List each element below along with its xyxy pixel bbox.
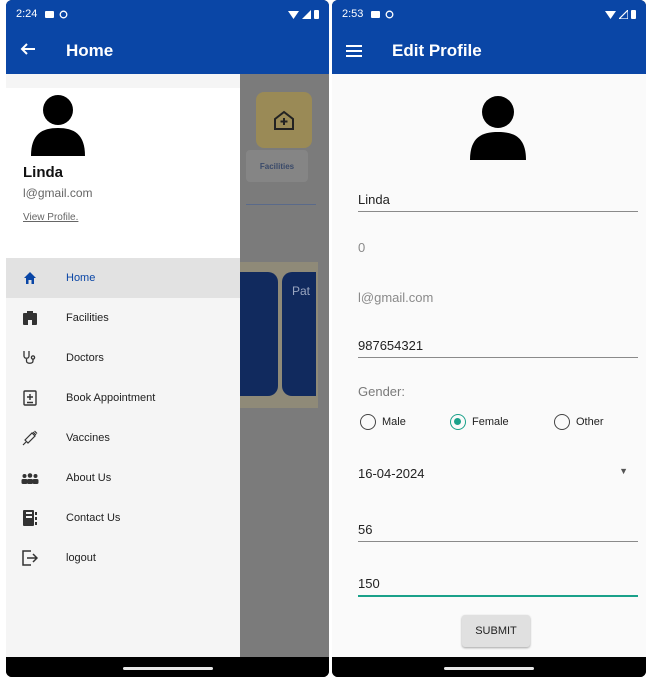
menu-item-book-appointment[interactable]: Book Appointment — [6, 378, 240, 418]
phone-field[interactable]: 987654321 — [358, 338, 638, 358]
edit-profile-form: Linda 0 l@gmail.com 987654321 Gender: Ma… — [332, 74, 646, 657]
gender-radio-group: Male Female Other — [358, 414, 638, 434]
wifi-icon — [288, 10, 299, 19]
sync-icon — [59, 10, 68, 18]
date-picker[interactable]: 16-04-2024 ▼ — [358, 466, 638, 481]
menu-item-label: About Us — [66, 472, 112, 484]
system-nav-bar — [332, 657, 646, 677]
menu-item-label: Vaccines — [66, 432, 110, 444]
date-value: 16-04-2024 — [358, 466, 425, 481]
menu-item-logout[interactable]: logout — [6, 538, 240, 578]
radio-circle — [360, 414, 376, 430]
contacts-book-icon — [23, 510, 37, 526]
signal-icon — [619, 9, 628, 19]
menu-item-label: Book Appointment — [66, 392, 156, 404]
drawer-header: Linda l@gmail.com View Profile. — [6, 88, 240, 258]
battery-icon — [631, 9, 636, 19]
notification-icon — [371, 10, 381, 18]
right-phone-screen: 2:53 Edit Profile Linda 0 l@gmail.com 98… — [332, 0, 646, 677]
menu-item-about-us[interactable]: About Us — [6, 458, 240, 498]
menu-item-contact-us[interactable]: Contact Us — [6, 498, 240, 538]
menu-item-label: logout — [66, 552, 96, 564]
home-gesture-handle[interactable] — [444, 667, 534, 670]
left-phone-screen: 2:24 Home Facilities Pat Linda l@gmail.c… — [6, 0, 329, 677]
gender-label: Gender: — [358, 384, 405, 399]
banner-card-left — [240, 272, 278, 396]
app-bar: Edit Profile — [332, 28, 646, 74]
home-icon — [24, 272, 36, 284]
sync-icon — [385, 10, 394, 18]
menu-item-label: Facilities — [66, 312, 109, 324]
hamburger-icon[interactable] — [332, 45, 376, 57]
facilities-tile — [256, 92, 312, 148]
view-profile-link[interactable]: View Profile. — [23, 212, 78, 223]
radio-label: Female — [472, 416, 509, 428]
page-title: Home — [66, 41, 114, 60]
radio-label: Male — [382, 416, 406, 428]
name-field[interactable]: Linda — [358, 192, 638, 212]
signal-icon — [302, 9, 311, 19]
group-icon — [21, 473, 39, 484]
gender-radio-male[interactable]: Male — [360, 414, 406, 430]
stethoscope-icon — [23, 351, 36, 364]
user-avatar-icon — [470, 96, 526, 160]
app-bar: Home — [6, 28, 329, 74]
chevron-down-icon: ▼ — [619, 466, 628, 476]
menu-item-home[interactable]: Home — [6, 258, 240, 298]
radio-circle — [450, 414, 466, 430]
gender-radio-other[interactable]: Other — [554, 414, 604, 430]
menu-item-label: Home — [66, 272, 96, 284]
height-field[interactable]: 150 — [358, 576, 638, 597]
gender-radio-female[interactable]: Female — [450, 414, 509, 430]
facilities-card: Facilities — [246, 150, 308, 182]
navigation-drawer: Linda l@gmail.com View Profile. Home Fac… — [6, 74, 240, 657]
wifi-icon — [605, 10, 616, 19]
banner-text: Pat — [292, 284, 311, 298]
hospital-icon — [23, 311, 37, 325]
menu-item-doctors[interactable]: Doctors — [6, 338, 240, 378]
status-bar: 2:24 — [6, 0, 329, 28]
system-nav-bar — [6, 657, 329, 677]
user-email: l@gmail.com — [23, 186, 93, 200]
radio-label: Other — [576, 416, 604, 428]
battery-icon — [314, 9, 319, 19]
status-time: 2:24 — [16, 8, 38, 20]
email-field[interactable]: l@gmail.com — [358, 290, 638, 305]
drawer-menu: Home Facilities Doctors Book Appointment… — [6, 258, 240, 578]
menu-item-facilities[interactable]: Facilities — [6, 298, 240, 338]
notification-icon — [45, 10, 55, 18]
page-title: Edit Profile — [392, 41, 482, 60]
hospital-house-icon — [274, 110, 294, 130]
user-name: Linda — [23, 164, 63, 181]
home-gesture-handle[interactable] — [122, 667, 213, 670]
weight-field[interactable]: 56 — [358, 522, 638, 542]
divider — [246, 204, 316, 205]
syringe-icon — [22, 430, 38, 446]
radio-circle — [554, 414, 570, 430]
user-avatar-icon — [31, 95, 85, 156]
logout-icon — [22, 550, 38, 566]
arrow-left-icon[interactable] — [6, 40, 50, 63]
menu-item-label: Contact Us — [66, 512, 121, 524]
menu-item-label: Doctors — [66, 352, 104, 364]
submit-button[interactable]: SUBMIT — [462, 615, 530, 647]
appointment-icon — [23, 390, 37, 406]
age-field[interactable]: 0 — [358, 240, 638, 255]
status-bar: 2:53 — [332, 0, 646, 28]
menu-item-vaccines[interactable]: Vaccines — [6, 418, 240, 458]
status-time: 2:53 — [342, 8, 364, 20]
